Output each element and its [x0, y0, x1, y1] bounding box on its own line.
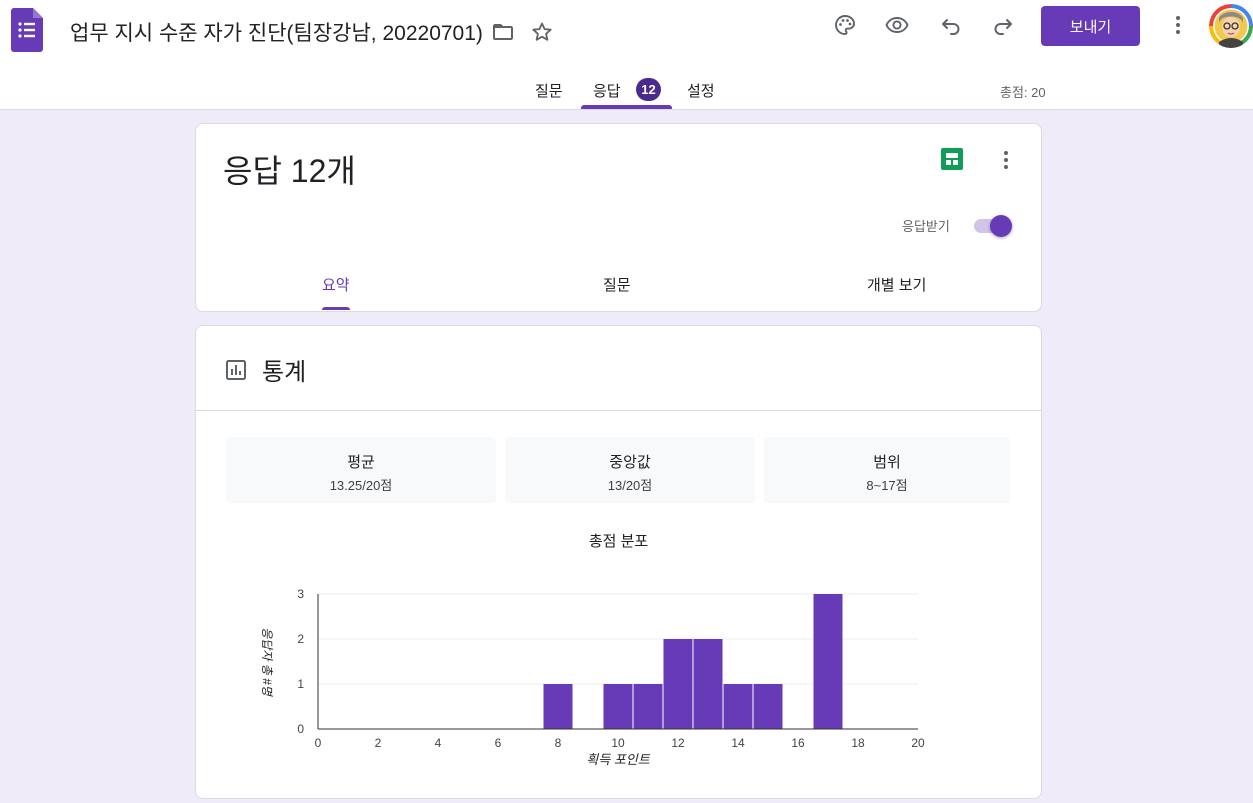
chart-bar: [663, 639, 693, 729]
x-tick-label: 10: [611, 736, 625, 750]
tab-questions[interactable]: 질문: [535, 80, 563, 101]
responses-count-badge: 12: [636, 78, 661, 101]
more-vert-icon[interactable]: [1166, 13, 1190, 37]
undo-icon[interactable]: [939, 13, 963, 37]
x-tick-label: 20: [911, 736, 925, 750]
responses-card: 응답 12개 응답받기 요약 질문 개별 보기: [195, 123, 1042, 312]
active-subtab-indicator: [322, 307, 350, 310]
folder-icon[interactable]: [491, 20, 515, 44]
total-points: 총점: 20: [1000, 85, 1046, 100]
send-button[interactable]: 보내기: [1041, 6, 1140, 46]
subtab-summary[interactable]: 요약: [322, 274, 350, 295]
x-tick-label: 4: [435, 736, 442, 750]
app-header: 업무 지시 수준 자가 진단(팀장강남, 20220701) 보내기 질문 응답…: [0, 0, 1253, 110]
x-tick-label: 14: [731, 736, 745, 750]
forms-logo-icon[interactable]: [11, 8, 43, 52]
score-distribution-chart: 0 2 4 6 8 10 12 14 16 18 200123획득 포인트응답자 총 #명: [260, 587, 925, 767]
accepting-responses-label: 응답받기: [902, 219, 950, 234]
y-tick-label: 3: [297, 587, 304, 601]
active-tab-indicator: [581, 105, 672, 109]
chart-bar: [693, 639, 723, 729]
y-tick-label: 1: [297, 677, 304, 691]
star-icon[interactable]: [530, 20, 554, 44]
responses-title: 응답 12개: [223, 153, 356, 189]
accepting-responses-toggle[interactable]: [972, 214, 1016, 238]
x-tick-label: 16: [791, 736, 805, 750]
y-tick-label: 2: [297, 632, 304, 646]
eye-icon[interactable]: [885, 13, 909, 37]
x-tick-label: 0: [315, 736, 322, 750]
x-tick-label: 18: [851, 736, 865, 750]
chart-bar: [723, 684, 753, 729]
tab-responses[interactable]: 응답: [593, 80, 621, 101]
chart-bar: [633, 684, 663, 729]
avatar[interactable]: [1209, 4, 1253, 48]
statistics-card: 통계 평균 13.25/20점 중앙값 13/20점 범위 8~17점 총점 분…: [195, 325, 1042, 799]
doc-title[interactable]: 업무 지시 수준 자가 진단(팀장강남, 20220701): [70, 17, 483, 47]
x-tick-label: 6: [495, 736, 502, 750]
x-tick-label: 8: [555, 736, 562, 750]
chart-bar: [753, 684, 783, 729]
redo-icon[interactable]: [991, 13, 1015, 37]
x-axis-label: 획득 포인트: [586, 752, 650, 767]
y-axis-label: 응답자 총 #명: [260, 627, 274, 698]
subtab-question[interactable]: 질문: [603, 274, 631, 295]
sheets-icon[interactable]: [941, 148, 963, 170]
palette-icon[interactable]: [833, 13, 857, 37]
chart-bar: [543, 684, 573, 729]
tab-settings[interactable]: 설정: [687, 80, 715, 101]
x-tick-label: 2: [375, 736, 382, 750]
y-tick-label: 0: [297, 722, 304, 736]
x-tick-label: 12: [671, 736, 685, 750]
more-vert-icon[interactable]: [994, 148, 1018, 172]
subtab-individual[interactable]: 개별 보기: [867, 274, 926, 295]
chart-bar: [813, 594, 843, 729]
chart-bar: [603, 684, 633, 729]
